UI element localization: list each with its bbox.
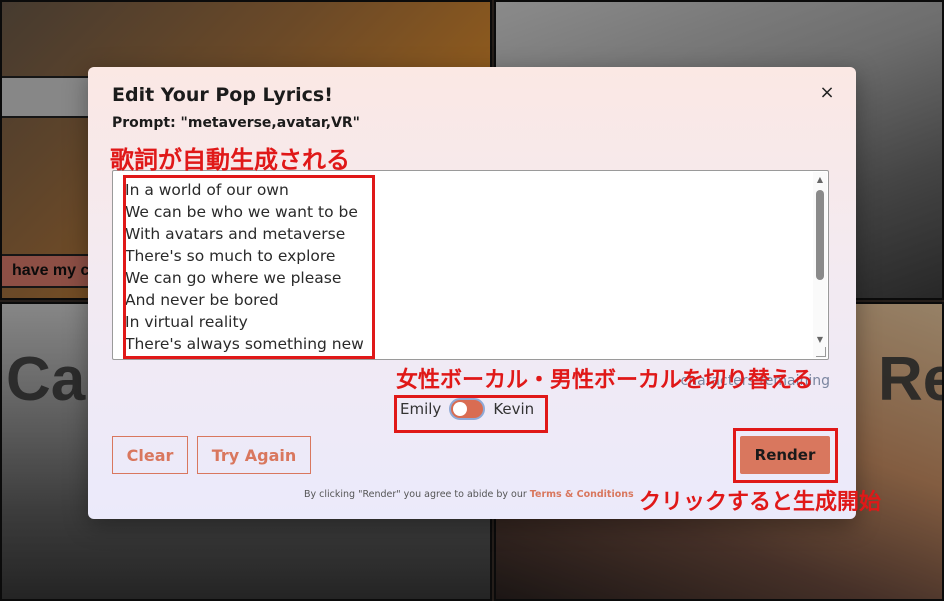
annotation-render-note: クリックすると生成開始	[639, 490, 882, 515]
annotation-voice-box	[394, 395, 548, 433]
lyrics-scrollbar[interactable]: ▲ ▼	[813, 172, 827, 358]
annotation-lyrics-box	[123, 175, 375, 359]
terms-prefix: By clicking "Render" you agree to abide …	[304, 489, 530, 500]
resize-grip-icon[interactable]	[816, 347, 826, 357]
scroll-up-icon[interactable]: ▲	[813, 174, 827, 186]
terms-link[interactable]: Terms & Conditions	[530, 489, 634, 500]
annotation-lyrics-note: 歌詞が自動生成される	[110, 146, 350, 174]
annotation-voice-note: 女性ボーカル・男性ボーカルを切り替える	[396, 368, 814, 393]
close-icon[interactable]: ×	[816, 81, 838, 103]
clear-button[interactable]: Clear	[112, 436, 188, 474]
terms-text: By clicking "Render" you agree to abide …	[304, 489, 634, 500]
scroll-down-icon[interactable]: ▼	[813, 334, 827, 346]
annotation-render-box	[733, 428, 838, 483]
prompt-text: Prompt: "metaverse,avatar,VR"	[112, 115, 360, 131]
modal-title: Edit Your Pop Lyrics!	[112, 84, 333, 106]
scroll-thumb[interactable]	[816, 190, 824, 280]
try-again-button[interactable]: Try Again	[197, 436, 311, 474]
